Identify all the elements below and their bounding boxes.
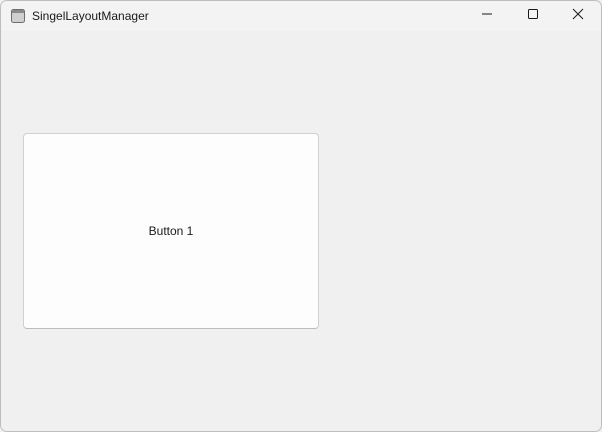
window-app-icon (11, 9, 25, 23)
client-area: Button 1 (1, 31, 601, 431)
title-bar[interactable]: SingelLayoutManager (1, 1, 601, 31)
minimize-icon (481, 7, 493, 25)
window-title: SingelLayoutManager (32, 9, 149, 23)
close-icon (572, 7, 584, 25)
close-button[interactable] (555, 1, 601, 31)
maximize-button[interactable] (510, 1, 556, 31)
application-window: SingelLayoutManager Button 1 (0, 0, 602, 432)
maximize-icon (527, 7, 539, 25)
button-1[interactable]: Button 1 (23, 133, 319, 329)
minimize-button[interactable] (464, 1, 510, 31)
